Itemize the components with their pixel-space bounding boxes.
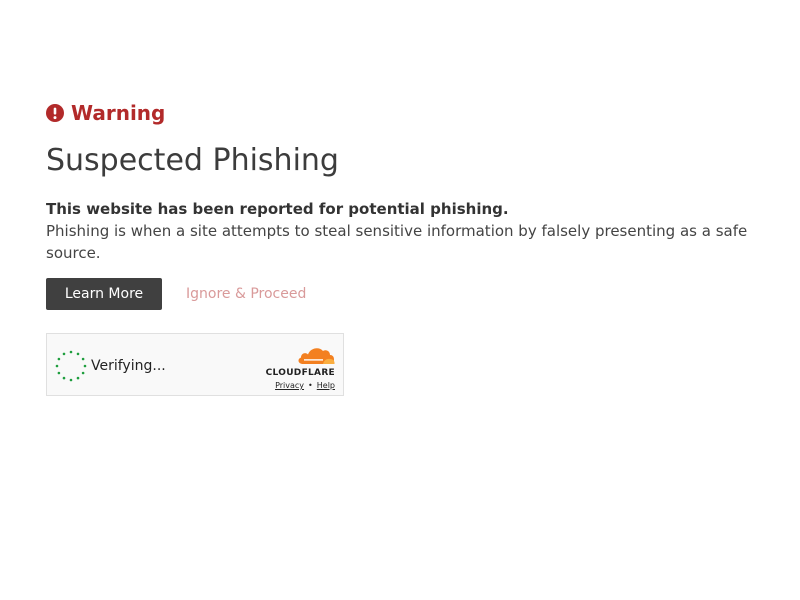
warning-header: Warning	[46, 100, 756, 126]
exclamation-circle-icon	[46, 104, 64, 122]
warning-lead-text: This website has been reported for poten…	[46, 200, 509, 218]
cloudflare-links: Privacy • Help	[275, 381, 335, 390]
privacy-link[interactable]: Privacy	[275, 381, 304, 390]
cloudflare-turnstile-widget[interactable]: Verifying... CLOUDFLARE Privacy • Help	[46, 333, 344, 396]
link-separator: •	[308, 381, 313, 390]
warning-description: Phishing is when a site attempts to stea…	[46, 222, 748, 262]
learn-more-button[interactable]: Learn More	[46, 278, 162, 310]
spinner-icon	[55, 350, 87, 382]
page-title: Suspected Phishing	[46, 143, 339, 178]
cloudflare-branding: CLOUDFLARE Privacy • Help	[255, 344, 335, 390]
help-link[interactable]: Help	[317, 381, 335, 390]
phishing-warning-page: Warning Suspected Phishing This website …	[46, 100, 756, 396]
cloudflare-wordmark: CLOUDFLARE	[265, 368, 335, 378]
cloudflare-cloud-icon	[295, 344, 335, 366]
warning-label: Warning	[71, 101, 166, 125]
action-row: Learn More Ignore & Proceed	[46, 278, 756, 310]
ignore-proceed-link[interactable]: Ignore & Proceed	[186, 286, 306, 302]
verifying-status: Verifying...	[91, 358, 166, 374]
